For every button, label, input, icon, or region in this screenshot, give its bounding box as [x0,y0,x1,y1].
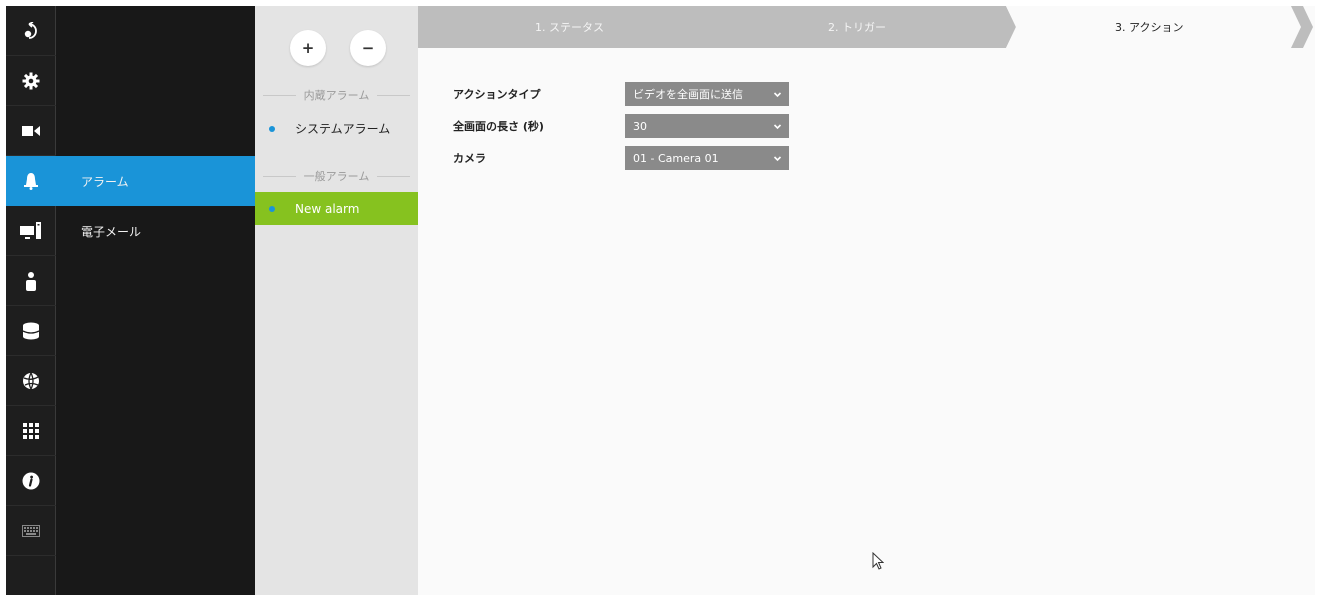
select-value: ビデオを全画面に送信 [633,88,743,101]
step-label: 1. ステータス [535,21,604,34]
rail-layout[interactable] [6,406,56,456]
subnav-item-email[interactable]: 電子メール [56,206,255,256]
select-value: 01 - Camera 01 [633,151,719,165]
rail-keyboard[interactable] [6,506,56,556]
keyboard-icon [22,524,40,537]
step-trigger[interactable]: 2. トリガー [828,6,886,48]
step-label: 2. トリガー [828,21,886,34]
action-type-select[interactable]: ビデオを全画面に送信 [625,82,789,106]
alarm-item-label: New alarm [295,201,360,216]
fullscreen-length-label: 全画面の長さ (秒) [453,120,544,133]
section-title: 一般アラーム [303,170,370,183]
subnav-item-label: アラーム [81,174,129,189]
subnav-item-alarm[interactable]: アラーム [56,156,255,206]
mouse-cursor-icon [872,551,885,573]
rail-logout[interactable] [6,6,56,56]
bell-icon [23,172,39,190]
status-dot-icon [269,205,275,212]
divider [377,94,411,96]
icon-rail [6,6,56,595]
divider [377,175,411,177]
logout-icon [21,21,41,40]
subnav-item-label: 電子メール [81,224,142,239]
add-alarm-button[interactable]: + [290,30,326,66]
camera-label: カメラ [453,152,486,165]
chevron-down-icon [773,121,782,134]
minus-icon: − [361,39,375,57]
plus-icon: + [301,39,315,57]
sub-navigation: アラーム 電子メール [56,6,255,595]
rail-camera[interactable] [6,106,56,156]
rail-display[interactable] [6,206,56,256]
general-alarm-section: 一般アラーム [255,169,418,183]
alarm-item-system[interactable]: システムアラーム [255,112,418,145]
rail-info[interactable] [6,456,56,506]
user-icon [24,271,38,291]
globe-icon [22,372,40,390]
section-title: 内蔵アラーム [303,89,370,102]
database-icon [22,322,40,340]
step-action[interactable]: 3. アクション [1115,6,1183,48]
builtin-alarm-section: 内蔵アラーム [255,88,418,102]
rail-settings[interactable] [6,56,56,106]
action-form: アクションタイプ ビデオを全画面に送信 全画面の長さ (秒) 30 カメラ 01… [418,48,1315,595]
rail-alarm[interactable] [6,156,56,206]
divider [263,175,296,177]
rail-storage[interactable] [6,306,56,356]
alarm-item-new-alarm[interactable]: New alarm [255,192,418,225]
camera-icon [22,125,40,137]
chevron-down-icon [773,153,782,166]
status-dot-icon [269,125,275,132]
gear-icon [22,72,40,90]
step-status[interactable]: 1. ステータス [535,6,604,48]
fullscreen-length-select[interactable]: 30 [625,114,789,138]
grid-icon [23,422,39,439]
monitor-icon [20,221,42,240]
divider [263,94,296,96]
info-icon [22,472,40,490]
camera-select[interactable]: 01 - Camera 01 [625,146,789,170]
step-label: 3. アクション [1115,21,1184,34]
rail-network[interactable] [6,356,56,406]
alarm-list-panel: + − 内蔵アラーム システムアラーム 一般アラーム New alarm [255,6,418,595]
action-type-label: アクションタイプ [453,88,541,101]
rail-user[interactable] [6,256,56,306]
chevron-down-icon [773,89,782,102]
select-value: 30 [633,119,647,133]
remove-alarm-button[interactable]: − [350,30,386,66]
app-window: アラーム 電子メール + − 内蔵アラーム システムアラーム 一般アラーム Ne… [6,6,1315,595]
wizard-step-bar: 1. ステータス 2. トリガー 3. アクション [418,6,1315,48]
alarm-item-label: システムアラーム [295,122,391,136]
